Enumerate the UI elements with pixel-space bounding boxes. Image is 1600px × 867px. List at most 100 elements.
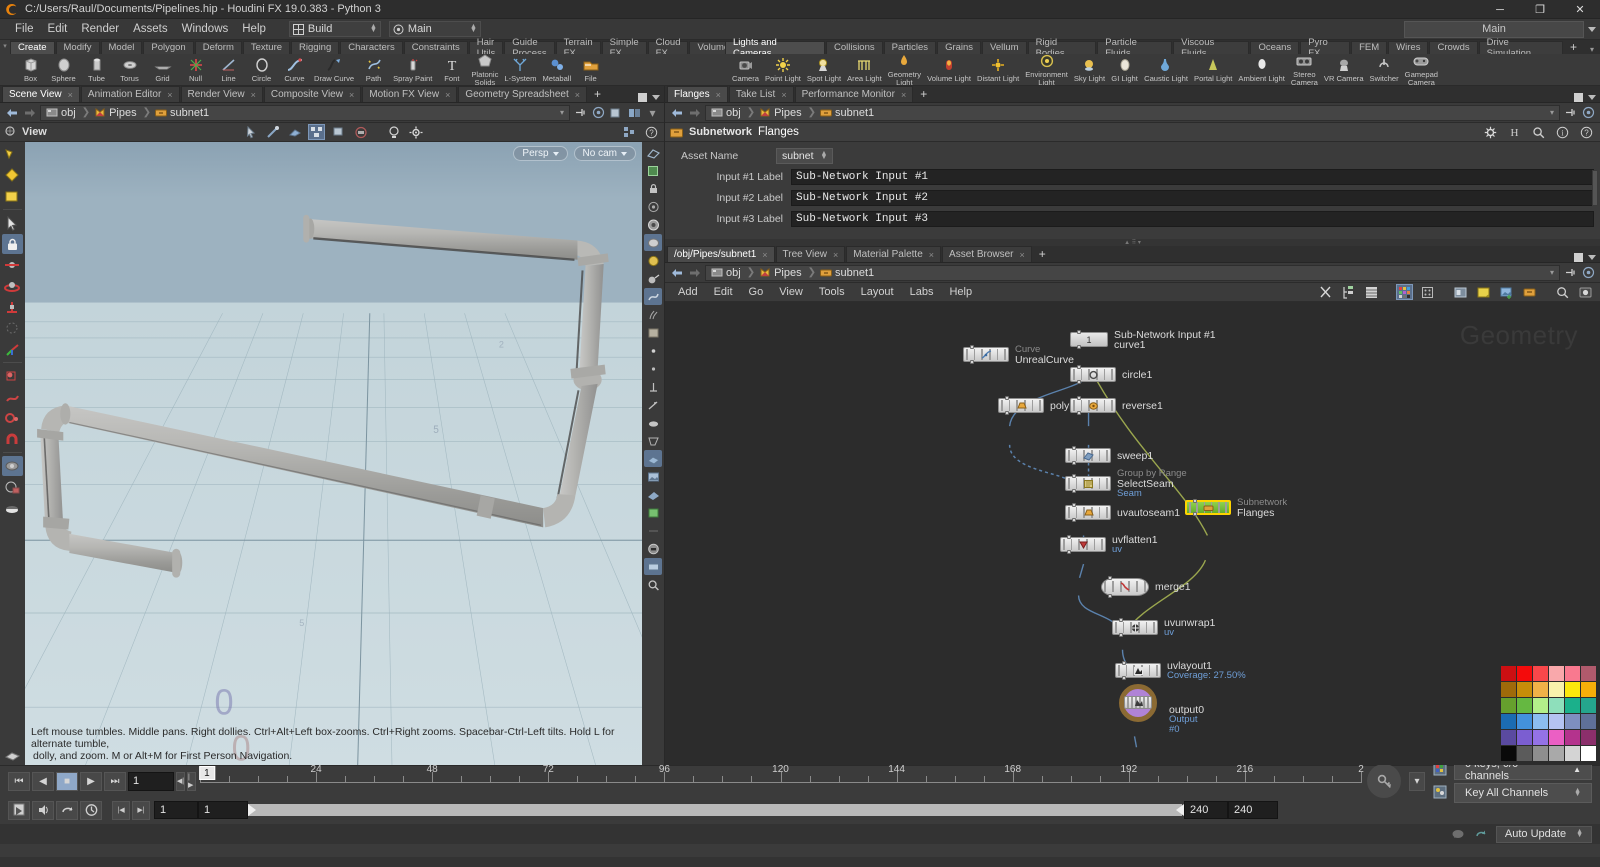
- parameter-path-field[interactable]: obj❯Pipes❯subnet1▾: [705, 105, 1560, 121]
- camera-badge[interactable]: No cam: [574, 146, 636, 161]
- node-body[interactable]: [1115, 663, 1161, 678]
- shelf-tool-area-light[interactable]: Area Light: [844, 56, 885, 83]
- palette-swatch-6[interactable]: [1501, 682, 1516, 697]
- shelf-tool-switcher[interactable]: Switcher: [1367, 56, 1402, 83]
- parameter-value-field[interactable]: Sub-Network Input #3: [791, 211, 1594, 227]
- close-button[interactable]: ✕: [1560, 0, 1600, 19]
- range-start-field[interactable]: 1: [154, 801, 198, 819]
- range-start-button[interactable]: |◀: [112, 801, 130, 820]
- breadcrumb-obj[interactable]: obj: [709, 107, 745, 119]
- close-icon[interactable]: ×: [901, 90, 906, 100]
- ground-plane-icon[interactable]: [644, 450, 662, 467]
- network-box-icon[interactable]: [1452, 284, 1469, 300]
- path-dropdown-icon[interactable]: ▾: [560, 108, 566, 117]
- tab--obj-pipes-subnet1[interactable]: /obj/Pipes/subnet1×: [667, 246, 775, 262]
- node-output-connector[interactable]: [1119, 633, 1123, 637]
- node-output-connector[interactable]: [1108, 594, 1112, 598]
- palette-swatch-33[interactable]: [1549, 746, 1564, 761]
- material-display-icon[interactable]: [644, 504, 662, 521]
- shelf-tab-model[interactable]: Model: [101, 41, 143, 54]
- camera-view-icon[interactable]: [644, 558, 662, 575]
- shelf-tool-vr-camera[interactable]: VR Camera: [1321, 56, 1367, 83]
- jump-end-button[interactable]: ⏭: [104, 772, 126, 791]
- subnet-create-icon[interactable]: [1521, 284, 1538, 300]
- menu-file[interactable]: File: [8, 21, 41, 37]
- shelf-tool-sphere[interactable]: Sphere: [47, 56, 80, 83]
- network-node-circle1[interactable]: circle1: [1070, 367, 1152, 382]
- display-geometry-icon[interactable]: [644, 234, 662, 251]
- network-node-curve1[interactable]: 1Sub-Network Input #1curve1: [1070, 332, 1216, 347]
- shelf-tool-sky-light[interactable]: Sky Light: [1071, 56, 1108, 83]
- current-frame-field[interactable]: 1: [128, 772, 174, 791]
- frustum-icon[interactable]: [644, 432, 662, 449]
- shelf-tool-platonic-solids[interactable]: Platonic Solids: [468, 54, 501, 85]
- edit-tool-icon[interactable]: [2, 366, 23, 386]
- help-icon[interactable]: ?: [1578, 124, 1595, 140]
- shelf-tab-cloud-fx[interactable]: Cloud FX: [648, 41, 689, 54]
- shelf-tool-file[interactable]: File: [574, 56, 607, 83]
- view-mode-badge[interactable]: Persp: [513, 146, 567, 161]
- node-input-connector[interactable]: [1072, 474, 1076, 478]
- palette-swatch-1[interactable]: [1517, 666, 1532, 681]
- menu-edit[interactable]: Edit: [41, 21, 75, 37]
- range-handle-left[interactable]: [248, 804, 256, 816]
- close-icon[interactable]: ×: [833, 250, 838, 260]
- forward-arrow-icon[interactable]: [687, 265, 702, 280]
- scene-view-path-field[interactable]: obj❯Pipes❯subnet1▾: [40, 105, 570, 121]
- shelf-tool-gamepad-camera[interactable]: Gamepad Camera: [1402, 54, 1441, 85]
- desktop-selector[interactable]: Main: [1404, 21, 1584, 38]
- close-icon[interactable]: ×: [251, 90, 256, 100]
- lock-camera-icon[interactable]: [644, 180, 662, 197]
- palette-swatch-12[interactable]: [1501, 698, 1516, 713]
- parameter-scrollbar[interactable]: [1592, 170, 1598, 206]
- shelf-tab-drive-simulation[interactable]: Drive Simulation: [1479, 41, 1563, 54]
- network-node-uvlayout1[interactable]: uvlayout1Coverage: 27.50%: [1115, 663, 1246, 678]
- node-output-connector[interactable]: [970, 360, 974, 364]
- network-node-output0[interactable]: output0Output #0: [1119, 695, 1157, 710]
- breadcrumb-pipes[interactable]: Pipes: [757, 267, 806, 279]
- palette-swatch-8[interactable]: [1533, 682, 1548, 697]
- view-tool-icon[interactable]: [286, 124, 303, 140]
- node-input-connector[interactable]: [1077, 396, 1081, 400]
- menu-assets[interactable]: Assets: [126, 21, 175, 37]
- shelf-tool-l-system[interactable]: L-System: [501, 56, 539, 83]
- node-body[interactable]: [1185, 500, 1231, 515]
- network-menu-add[interactable]: Add: [671, 285, 705, 299]
- desktop-combo[interactable]: Build ▲▼: [289, 21, 381, 37]
- node-input-connector[interactable]: [1122, 661, 1126, 665]
- shelf-tool-spot-light[interactable]: Spot Light: [804, 56, 844, 83]
- lock-icon[interactable]: [2, 234, 23, 254]
- palette-swatch-2[interactable]: [1533, 666, 1548, 681]
- shelf-tab-particles[interactable]: Particles: [884, 41, 936, 54]
- node-body[interactable]: [1065, 505, 1111, 520]
- breadcrumb-obj[interactable]: obj: [709, 267, 745, 279]
- shelf-tool-box[interactable]: Box: [14, 56, 47, 83]
- node-output-connector[interactable]: [1072, 518, 1076, 522]
- color-palette[interactable]: [1501, 666, 1596, 761]
- scene-graph-icon[interactable]: [308, 124, 325, 140]
- shelf-tab-constraints[interactable]: Constraints: [404, 41, 468, 54]
- palette-swatch-29[interactable]: [1581, 730, 1596, 745]
- network-node-uvautoseam1[interactable]: uvautoseam1: [1065, 505, 1180, 520]
- palette-swatch-19[interactable]: [1517, 714, 1532, 729]
- palette-swatch-18[interactable]: [1501, 714, 1516, 729]
- palette-swatch-25[interactable]: [1517, 730, 1532, 745]
- shelf-tab-grains[interactable]: Grains: [937, 41, 981, 54]
- measure-tool-icon[interactable]: [2, 477, 23, 497]
- shelf-tab-oceans[interactable]: Oceans: [1250, 41, 1299, 54]
- shelf-tab-guide-process[interactable]: Guide Process: [504, 41, 554, 54]
- tab-scene-view[interactable]: Scene View×: [2, 86, 80, 102]
- loop-icon[interactable]: [56, 801, 78, 820]
- render-preview-icon[interactable]: [644, 540, 662, 557]
- jump-start-button[interactable]: ⏮: [8, 772, 30, 791]
- shelf-tab-modify[interactable]: Modify: [56, 41, 100, 54]
- shelf-tool-null[interactable]: Null: [179, 56, 212, 83]
- maximize-pane-icon[interactable]: [1574, 93, 1583, 102]
- shelf-tab-polygon[interactable]: Polygon: [143, 41, 193, 54]
- add-tab-button[interactable]: +: [914, 86, 933, 102]
- palette-swatch-14[interactable]: [1533, 698, 1548, 713]
- shelf-left-handle[interactable]: ▾: [0, 40, 10, 85]
- pane-menu-icon[interactable]: [1588, 95, 1596, 100]
- node-body[interactable]: [1070, 398, 1116, 413]
- shelf-tab-vellum[interactable]: Vellum: [982, 41, 1027, 54]
